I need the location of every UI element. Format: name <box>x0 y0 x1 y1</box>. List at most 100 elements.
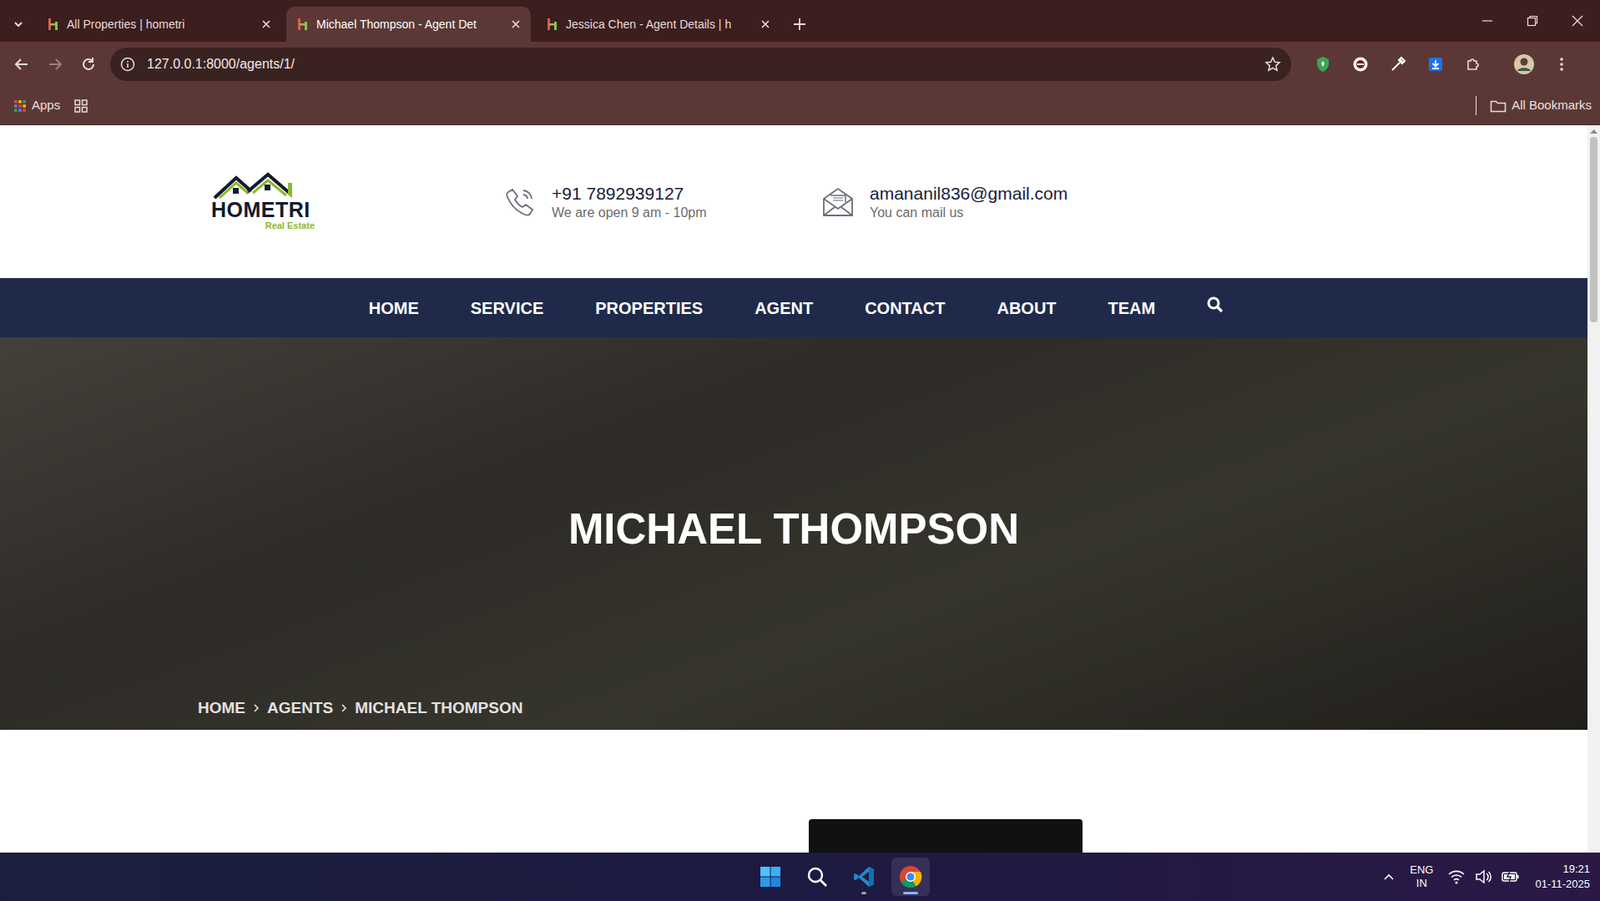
close-icon[interactable] <box>510 19 521 30</box>
tab-groups-button[interactable] <box>73 98 89 114</box>
start-icon <box>759 865 782 888</box>
nav-link[interactable]: PROPERTIES <box>595 295 703 321</box>
apps-label: Apps <box>31 95 61 116</box>
apps-grid-icon <box>13 99 27 113</box>
plus-icon <box>792 17 807 31</box>
hero-banner: MICHAEL THOMPSONHOMEAGENTSMICHAEL THOMPS… <box>0 337 1588 730</box>
download-button[interactable] <box>1418 47 1453 81</box>
extension-icon <box>1352 55 1369 73</box>
reload-button[interactable] <box>71 47 106 81</box>
address-bar[interactable]: 127.0.0.1:8000/agents/1/ <box>110 47 1292 81</box>
close-icon[interactable] <box>760 19 771 30</box>
puzzle-button[interactable] <box>1456 47 1490 81</box>
breadcrumb-item[interactable]: AGENTS <box>267 696 334 721</box>
browser-tab[interactable]: Jessica Chen - Agent Details | h <box>535 6 781 42</box>
phone-contact[interactable]: +91 7892939127We are open 9 am - 10pm <box>503 182 822 220</box>
email-contact[interactable]: amananil836@gmail.comYou can mail us <box>821 182 1140 220</box>
download-icon <box>1427 55 1444 73</box>
logo-name: HOMETRI <box>211 199 504 221</box>
scroll-track[interactable] <box>1587 133 1600 853</box>
battery-icon[interactable] <box>1501 868 1520 884</box>
restore-icon <box>1526 15 1539 27</box>
site-favicon-icon <box>545 17 560 31</box>
search-button[interactable] <box>1206 296 1224 319</box>
chevron-right-icon <box>252 702 261 713</box>
nav-link[interactable]: HOME <box>368 295 419 321</box>
chevron-right-icon <box>339 702 349 713</box>
tab-title: All Properties | hometri <box>66 15 255 34</box>
page-scrollbar[interactable] <box>1587 125 1600 853</box>
apps-bookmark[interactable]: Apps <box>13 95 61 116</box>
minimize-button[interactable] <box>1464 0 1510 42</box>
phone-icon <box>503 185 537 219</box>
close-icon[interactable] <box>261 19 272 30</box>
forward-button[interactable] <box>38 47 72 81</box>
taskbar-apps <box>0 852 1600 901</box>
taskbar: ENGIN 19:2101-11-2025 <box>0 852 1600 901</box>
nav-link[interactable]: TEAM <box>1108 295 1156 321</box>
browser-tab[interactable]: All Properties | hometri <box>36 6 282 42</box>
info-icon[interactable] <box>120 56 136 72</box>
star-icon[interactable] <box>1264 55 1282 73</box>
vscode-taskbar-button[interactable] <box>844 857 884 896</box>
arrow-up-icon[interactable] <box>1589 128 1598 134</box>
eyedropper-button[interactable] <box>1381 47 1415 81</box>
shield-icon <box>1314 55 1332 73</box>
reload-icon <box>80 55 97 73</box>
nav-link[interactable]: AGENT <box>754 295 813 321</box>
search-taskbar-button[interactable] <box>797 857 837 896</box>
address-text[interactable]: 127.0.0.1:8000/agents/1/ <box>146 54 1253 75</box>
language-indicator[interactable]: ENGIN <box>1404 863 1439 891</box>
profile-button[interactable] <box>1507 47 1541 81</box>
bookmarks-bar: Apps All Bookmarks <box>0 86 1600 126</box>
folder-icon <box>1489 99 1507 113</box>
site-logo[interactable]: HOMETRIReal Estate <box>211 171 504 232</box>
tab-search-button[interactable] <box>0 6 37 42</box>
close-window-icon <box>1571 15 1584 27</box>
browser-tab[interactable]: Michael Thompson - Agent Det <box>286 6 531 42</box>
search-icon <box>1206 296 1224 313</box>
forward-icon <box>46 55 64 73</box>
all-bookmarks-label: All Bookmarks <box>1511 95 1592 116</box>
restore-button[interactable] <box>1509 0 1555 42</box>
clock[interactable]: 19:2101-11-2025 <box>1534 861 1590 891</box>
all-bookmarks[interactable]: All Bookmarks <box>1475 95 1592 116</box>
site-favicon-icon <box>296 17 310 31</box>
chrome-taskbar-button[interactable] <box>891 857 930 896</box>
start-taskbar-button[interactable] <box>751 857 790 896</box>
extension-button[interactable] <box>1343 47 1378 81</box>
speaker-icon[interactable] <box>1474 868 1492 884</box>
running-indicator <box>861 891 867 894</box>
window-controls <box>1464 0 1600 42</box>
page: HOMETRIReal Estate +91 7892939127We are o… <box>0 125 1588 853</box>
avatar-icon <box>1513 53 1535 76</box>
breadcrumb-item: MICHAEL THOMPSON <box>354 696 523 721</box>
more-icon <box>1559 55 1565 73</box>
nav-link[interactable]: ABOUT <box>996 295 1056 321</box>
vscode-icon <box>852 865 875 888</box>
new-tab-button[interactable] <box>785 6 814 42</box>
breadcrumb-trail: HOME AGENTS MICHAEL THOMPSON <box>0 696 1588 731</box>
running-indicator <box>903 891 919 894</box>
contact-subtitle: We are open 9 am - 10pm <box>551 204 707 221</box>
breadcrumb-item[interactable]: HOME <box>197 696 246 721</box>
contact-title: +91 7892939127 <box>551 182 707 204</box>
chevron-up-icon[interactable] <box>1382 870 1395 883</box>
menu-button[interactable] <box>1544 47 1579 81</box>
chrome-icon <box>898 864 923 889</box>
tab-title: Jessica Chen - Agent Details | h <box>565 15 754 34</box>
back-button[interactable] <box>5 47 39 81</box>
agent-photo <box>808 818 1083 853</box>
close-window-button[interactable] <box>1554 0 1600 42</box>
shield-button[interactable] <box>1306 47 1340 81</box>
scroll-thumb[interactable] <box>1589 136 1598 323</box>
contact-text: amananil836@gmail.comYou can mail us <box>869 182 1068 220</box>
site-favicon-icon <box>46 17 61 31</box>
contact-title: amananil836@gmail.com <box>869 182 1068 204</box>
contact-text: +91 7892939127We are open 9 am - 10pm <box>551 182 707 220</box>
nav-link[interactable]: CONTACT <box>864 295 945 321</box>
eyedropper-icon <box>1389 55 1407 73</box>
wifi-icon[interactable] <box>1448 868 1465 884</box>
hero-title: MICHAEL THOMPSON <box>0 337 1588 697</box>
nav-link[interactable]: SERVICE <box>470 295 544 321</box>
